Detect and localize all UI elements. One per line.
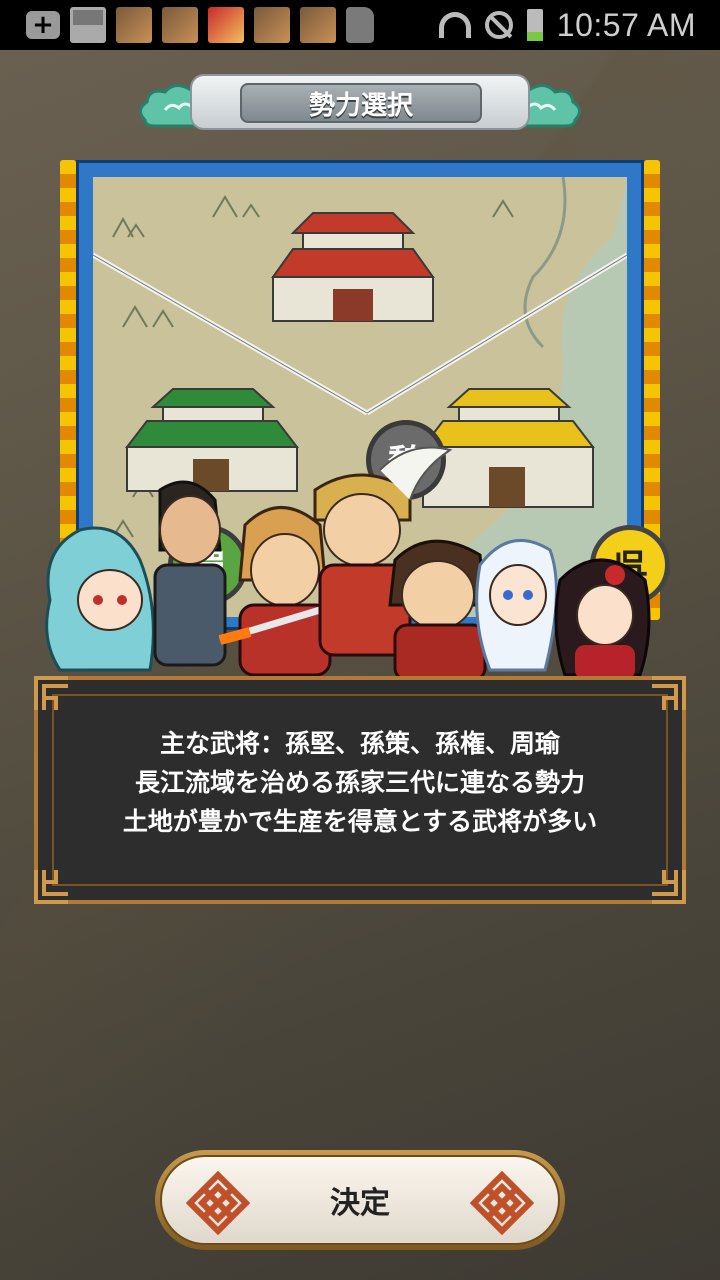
- image-icon: [70, 7, 106, 43]
- add-icon: +: [26, 10, 60, 40]
- description-text: 主な武将：孫堅、孫策、孫権、周瑜 長江流域を治める孫家三代に連なる勢力 土地が豊…: [34, 724, 686, 841]
- clock: 10:57 AM: [556, 6, 696, 43]
- frame-corner-icon: [652, 870, 686, 904]
- app-icon: [162, 7, 198, 43]
- description-line: 土地が豊かで生産を得意とする武将が多い: [122, 807, 598, 836]
- faction-description-box: 主な武将：孫堅、孫策、孫権、周瑜 長江流域を治める孫家三代に連なる勢力 土地が豊…: [34, 676, 686, 904]
- character-7: [554, 558, 651, 680]
- app-icon: [208, 7, 244, 43]
- frame-corner-icon: [34, 676, 68, 710]
- sd-card-icon: [346, 7, 374, 43]
- decide-button[interactable]: 決定: [155, 1150, 565, 1250]
- title-plate: 勢力選択: [190, 74, 530, 130]
- characters-illustration: [45, 446, 651, 680]
- character-1: [45, 526, 155, 672]
- app-icon: [300, 7, 336, 43]
- wei-palace-icon: [271, 212, 435, 322]
- frame-corner-icon: [34, 870, 68, 904]
- battery-charging-icon: [526, 9, 543, 41]
- frame-corner-icon: [652, 676, 686, 710]
- page-title: 勢力選択: [240, 83, 482, 123]
- app-icon: [116, 7, 152, 43]
- notification-icons: +: [26, 7, 374, 43]
- description-line: 主な武将：孫堅、孫策、孫権、周瑜: [159, 729, 560, 758]
- character-2: [153, 480, 227, 667]
- status-bar: + 10:57 AM: [0, 0, 720, 50]
- character-6: [475, 538, 558, 672]
- screen-header: 勢力選択: [135, 68, 585, 138]
- description-line: 長江流域を治める孫家三代に連なる勢力: [134, 768, 585, 797]
- blocked-icon: [484, 11, 513, 39]
- wifi-icon: [438, 12, 471, 38]
- app-icon: [254, 7, 290, 43]
- decide-button-label: 決定: [330, 1186, 390, 1221]
